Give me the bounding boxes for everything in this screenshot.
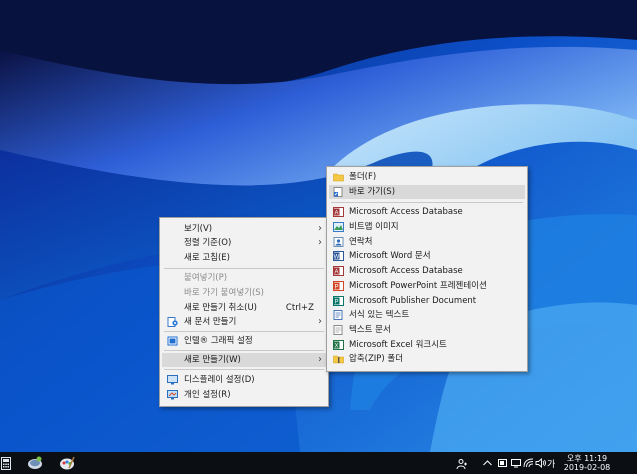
menu-item-label: 붙여넣기(P) <box>184 273 228 283</box>
menu-separator <box>164 369 324 370</box>
publisher-icon: P <box>333 296 344 306</box>
menu-item-label: 새로 만들기(W) <box>184 355 241 365</box>
desktop-context-menu: 보기(V) › 정렬 기준(O) › 새로 고침(E) 붙여넣기(P) 바로 가기 붙여넣기… <box>159 217 329 407</box>
desktop[interactable]: 보기(V) › 정렬 기준(O) › 새로 고침(E) 붙여넣기(P) 바로 가기 붙여넣기… <box>0 0 637 474</box>
rich-text-icon <box>333 310 343 320</box>
powerpoint-icon: P <box>333 281 344 291</box>
submenu-item-0[interactable]: 폴더(F) <box>329 170 525 184</box>
submenu-item-4[interactable]: 연락처 <box>329 235 525 249</box>
paint-app-icon[interactable] <box>59 455 75 471</box>
submenu-item-1[interactable]: 바로 가기(S) <box>329 185 525 199</box>
context-menu-item-10[interactable]: 개인 설정(R) <box>162 388 326 402</box>
svg-text:X: X <box>334 343 338 349</box>
chevron-right-icon: › <box>318 223 322 234</box>
menu-item-label: 서식 있는 텍스트 <box>349 310 410 320</box>
menu-item-label: 바로 가기(S) <box>349 187 396 197</box>
context-menu-item-9[interactable]: 디스플레이 설정(D) <box>162 373 326 387</box>
submenu-item-12[interactable]: 압축(ZIP) 폴더 <box>329 352 525 366</box>
contact-icon <box>333 237 344 247</box>
menu-item-label: 연락처 <box>349 237 373 247</box>
word-icon: W <box>333 251 344 261</box>
menu-item-label: 바로 가기 붙여넣기(S) <box>184 288 264 298</box>
svg-text:A: A <box>334 269 338 275</box>
clock-date: 2019-02-08 <box>563 463 611 472</box>
context-menu-item-0[interactable]: 보기(V) › <box>162 222 326 236</box>
menu-item-label: 정렬 기준(O) <box>184 238 232 248</box>
menu-separator <box>164 331 324 332</box>
show-hidden-icons-chevron-icon[interactable] <box>483 460 492 466</box>
menu-item-label: 텍스트 문서 <box>349 325 391 335</box>
volume-icon[interactable] <box>535 458 547 468</box>
menu-separator <box>331 202 523 203</box>
menu-item-label: Microsoft PowerPoint 프레젠테이션 <box>349 281 487 291</box>
submenu-item-2[interactable]: A Microsoft Access Database <box>329 205 525 219</box>
access-icon: A <box>333 266 344 276</box>
context-menu-item-3: 붙여넣기(P) <box>162 271 326 285</box>
context-menu-item-6[interactable]: 새 문서 만들기 › <box>162 315 326 329</box>
personalize-icon <box>167 390 178 400</box>
svg-text:P: P <box>334 299 338 305</box>
clock[interactable]: 오후 11:19 2019-02-08 <box>561 454 613 472</box>
clock-time: 오후 11:19 <box>566 454 608 463</box>
calculator-icon[interactable] <box>1 457 11 470</box>
context-menu-item-7[interactable]: 인텔® 그래픽 설정 <box>162 334 326 348</box>
menu-item-label: 압축(ZIP) 폴더 <box>349 354 404 364</box>
zip-folder-icon <box>333 355 344 364</box>
menu-item-label: Microsoft Excel 워크시트 <box>349 340 447 350</box>
submenu-item-8[interactable]: P Microsoft Publisher Document <box>329 294 525 308</box>
menu-item-label: Microsoft Word 문서 <box>349 251 431 261</box>
context-menu-item-4: 바로 가기 붙여넣기(S) <box>162 286 326 300</box>
menu-item-label: Microsoft Access Database <box>349 266 463 276</box>
context-menu-item-1[interactable]: 정렬 기준(O) › <box>162 236 326 250</box>
submenu-item-10[interactable]: 텍스트 문서 <box>329 323 525 337</box>
context-menu-item-2[interactable]: 새로 고침(E) <box>162 251 326 265</box>
svg-text:P: P <box>334 284 338 290</box>
new-submenu: 폴더(F) 바로 가기(S) A Microsoft Access Database 비… <box>326 166 528 372</box>
context-menu-item-5[interactable]: 새로 만들기 취소(U) Ctrl+Z <box>162 301 326 315</box>
new-document-icon <box>167 317 178 327</box>
text-document-icon <box>333 325 343 335</box>
submenu-item-3[interactable]: 비트맵 이미지 <box>329 220 525 234</box>
context-menu-item-8[interactable]: 새로 만들기(W) › <box>162 353 326 367</box>
battery-icon[interactable] <box>498 459 508 467</box>
chevron-right-icon: › <box>318 316 322 327</box>
people-icon[interactable] <box>456 458 468 470</box>
intel-graphics-icon <box>167 336 178 346</box>
network-settings-app-icon[interactable] <box>27 455 43 471</box>
shortcut-icon <box>333 187 343 197</box>
menu-item-label: 새로 고침(E) <box>184 253 230 263</box>
ime-indicator[interactable]: 가 <box>547 457 555 470</box>
menu-item-label: 폴더(F) <box>349 172 377 182</box>
chevron-right-icon: › <box>318 237 322 248</box>
svg-text:W: W <box>334 254 340 260</box>
menu-item-label: 인텔® 그래픽 설정 <box>184 336 253 346</box>
menu-item-label: 비트맵 이미지 <box>349 222 399 232</box>
excel-icon: X <box>333 340 344 350</box>
display-icon[interactable] <box>511 459 521 468</box>
taskbar: 가 오후 11:19 2019-02-08 <box>0 452 637 474</box>
display-settings-icon <box>167 375 178 385</box>
menu-item-label: 개인 설정(R) <box>184 390 231 400</box>
menu-item-label: 보기(V) <box>184 224 213 234</box>
folder-icon <box>333 173 344 182</box>
svg-text:A: A <box>334 210 338 216</box>
submenu-item-7[interactable]: P Microsoft PowerPoint 프레젠테이션 <box>329 279 525 293</box>
menu-item-label: 새로 만들기 취소(U) <box>184 303 257 313</box>
menu-item-label: 새 문서 만들기 <box>184 317 237 327</box>
menu-separator <box>164 268 324 269</box>
wifi-icon[interactable] <box>523 458 534 468</box>
bitmap-icon <box>333 222 344 232</box>
menu-item-label: 디스플레이 설정(D) <box>184 375 255 385</box>
submenu-item-9[interactable]: 서식 있는 텍스트 <box>329 308 525 322</box>
submenu-item-11[interactable]: X Microsoft Excel 워크시트 <box>329 338 525 352</box>
menu-separator <box>164 350 324 351</box>
submenu-item-5[interactable]: W Microsoft Word 문서 <box>329 249 525 263</box>
menu-item-label: Microsoft Publisher Document <box>349 296 477 306</box>
menu-item-shortcut: Ctrl+Z <box>285 303 314 313</box>
access-icon: A <box>333 207 344 217</box>
submenu-item-6[interactable]: A Microsoft Access Database <box>329 264 525 278</box>
chevron-right-icon: › <box>318 354 322 365</box>
menu-item-label: Microsoft Access Database <box>349 207 463 217</box>
